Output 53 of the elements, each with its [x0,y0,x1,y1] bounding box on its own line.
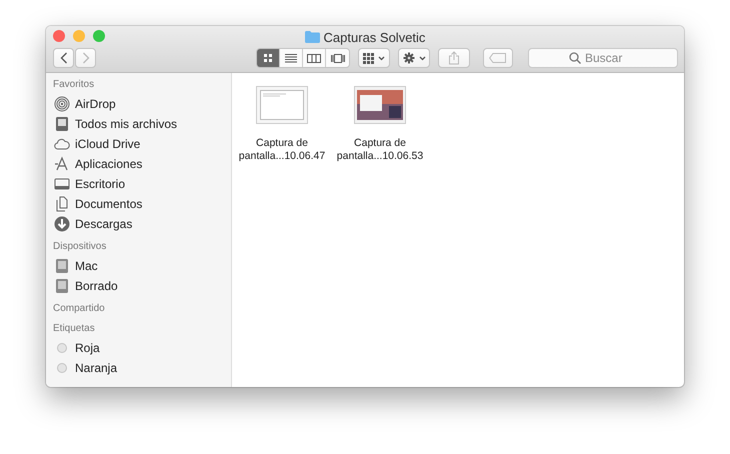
sidebar-item[interactable]: Aplicaciones [75,157,142,171]
search-icon [569,52,581,64]
sidebar-item[interactable]: iCloud Drive [75,137,140,151]
chevron-right-icon [82,52,90,64]
columns-icon [307,52,321,64]
arrange-button[interactable] [358,48,390,68]
section-heading: Etiquetas [53,322,96,336]
download-icon [54,216,70,232]
sidebar-item[interactable]: Todos mis archivos [75,117,178,131]
documents-icon [54,196,70,212]
tag-circle-icon [54,360,70,376]
search-field[interactable]: Buscar [528,48,678,68]
gear-icon [402,52,414,64]
coverflow-icon [330,52,344,64]
action-button[interactable] [398,48,430,68]
view-mode-control[interactable] [256,48,350,68]
cloud-icon [54,136,70,152]
sidebar-item[interactable]: Mac [75,259,98,273]
section-heading: Compartido [53,302,106,316]
sidebar-item[interactable]: Roja [75,341,100,355]
desktop-icon [54,176,70,192]
view-mode-button[interactable] [257,49,280,67]
grid-icon [363,52,374,64]
view-mode-button[interactable] [280,49,303,67]
sidebar-item[interactable]: Documentos [75,197,142,211]
caret-icon [378,56,385,60]
folder-icon [304,31,320,43]
file-name[interactable]: Captura de pantalla...10.06.47 [238,137,326,163]
caret-icon [418,56,426,60]
apps-icon [54,156,70,172]
tag-icon [489,53,507,63]
view-mode-button[interactable] [303,49,326,67]
tag-circle-icon [54,340,70,356]
file-name[interactable]: Captura de pantalla...10.06.53 [336,137,424,163]
sidebar-item[interactable]: Escritorio [75,177,126,191]
file-thumbnail[interactable] [354,86,406,124]
close-button[interactable] [53,30,65,42]
section-heading: Dispositivos [53,240,108,254]
section-heading: Favoritos [53,78,96,92]
sidebar-item[interactable]: Descargas [75,217,132,231]
window-title: Capturas Solvetic [324,30,426,44]
drawer-icon [54,116,70,132]
view-mode-button[interactable] [326,49,349,67]
sidebar-item[interactable]: Naranja [75,361,118,375]
sidebar-item[interactable]: Borrado [75,279,118,293]
grid-icon [261,52,275,64]
sidebar-item[interactable]: AirDrop [75,97,116,111]
share-icon [448,51,460,65]
file-thumbnail[interactable] [256,86,308,124]
list-icon [284,52,298,64]
chevron-left-icon [60,52,68,64]
back-button[interactable] [53,48,74,68]
airdrop-icon [54,96,70,112]
